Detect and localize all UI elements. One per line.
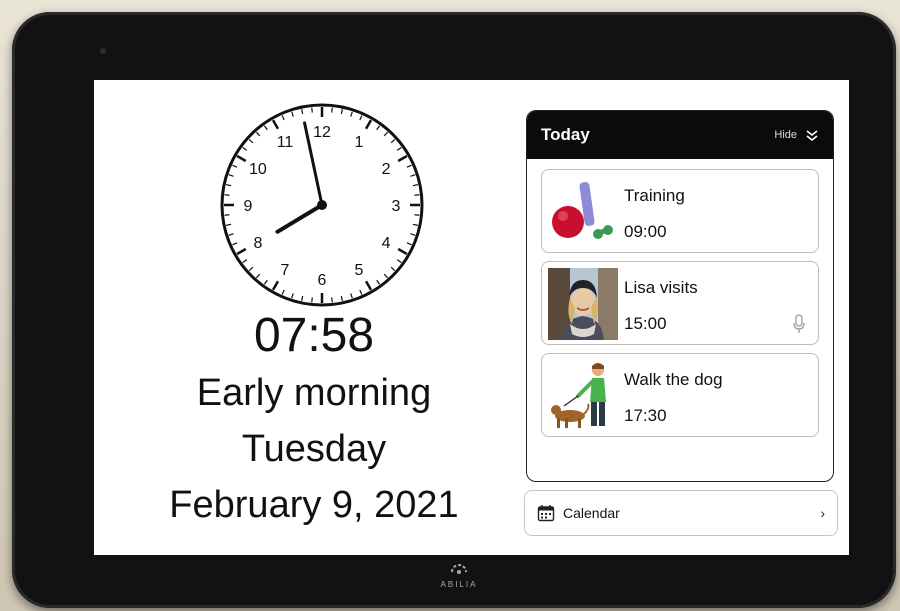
day-period: Early morning — [196, 372, 432, 414]
clock-tick — [311, 297, 313, 303]
calendar-icon — [537, 505, 555, 522]
clock-tick — [311, 107, 313, 113]
calendar-button[interactable]: Calendar › — [524, 490, 838, 536]
clock-numeral: 3 — [392, 198, 401, 215]
clock-numeral: 4 — [382, 235, 391, 252]
activity-name: Training — [624, 186, 685, 205]
clock-numeral: 11 — [277, 134, 294, 151]
activity-card-lisa-visits[interactable]: Lisa visits 15:00 — [541, 261, 819, 345]
activity-time: 09:00 — [624, 222, 667, 241]
chevron-right-icon: › — [820, 505, 825, 521]
activity-time: 15:00 — [624, 314, 667, 333]
activity-name: Lisa visits — [624, 278, 698, 297]
walk-dog-icon — [551, 363, 606, 428]
clock-tick — [224, 214, 230, 216]
clock-center — [317, 200, 327, 210]
digital-time: 07:58 — [253, 309, 375, 362]
clock-tick — [331, 107, 333, 113]
activity-time: 17:30 — [624, 406, 667, 425]
abilia-logo-icon — [451, 564, 467, 574]
brand-name: ABILIA — [440, 580, 478, 589]
hide-button[interactable]: Hide — [774, 128, 819, 142]
clock-numeral: 10 — [249, 161, 267, 178]
clock-numeral: 12 — [313, 124, 331, 141]
front-camera — [100, 48, 106, 54]
clock-tick — [331, 297, 333, 303]
double-chevron-down-icon — [806, 130, 818, 142]
clock-tick — [414, 194, 420, 196]
clock-numeral: 5 — [355, 262, 364, 279]
agenda-title: Today — [541, 125, 590, 144]
agenda-header: Today Hide — [527, 111, 833, 159]
hide-label: Hide — [774, 129, 797, 141]
training-equipment-icon — [552, 182, 613, 239]
activity-name: Walk the dog — [624, 370, 723, 389]
weekday: Tuesday — [241, 428, 387, 470]
clock-numeral: 7 — [281, 262, 290, 279]
clock-numeral: 9 — [244, 198, 253, 215]
tablet-device: 12 1 2 3 4 5 6 7 8 9 10 11 07:58 Early morning Tues… — [12, 12, 896, 608]
date: February 9, 2021 — [169, 484, 459, 526]
clock-tick — [224, 194, 230, 196]
clock-numeral: 8 — [253, 235, 262, 252]
calendar-label: Calendar — [563, 505, 620, 521]
agenda-panel: Today Hide Training 09:00 Lisa visits 15… — [526, 110, 834, 482]
clock-numeral: 1 — [355, 134, 364, 151]
clock-numeral: 6 — [318, 272, 327, 289]
brand-logo: ABILIA — [434, 560, 484, 589]
analog-clock: 121234567891011 — [220, 103, 424, 307]
clock-numeral: 2 — [382, 161, 391, 178]
screen: 12 1 2 3 4 5 6 7 8 9 10 11 07:58 Early morning Tues… — [94, 80, 849, 555]
clock-tick — [414, 214, 420, 216]
microphone-icon[interactable] — [792, 314, 806, 334]
lisa-photo — [548, 268, 618, 340]
activity-card-training[interactable]: Training 09:00 — [541, 169, 819, 253]
activity-card-walk-the-dog[interactable]: Walk the dog 17:30 — [541, 353, 819, 437]
